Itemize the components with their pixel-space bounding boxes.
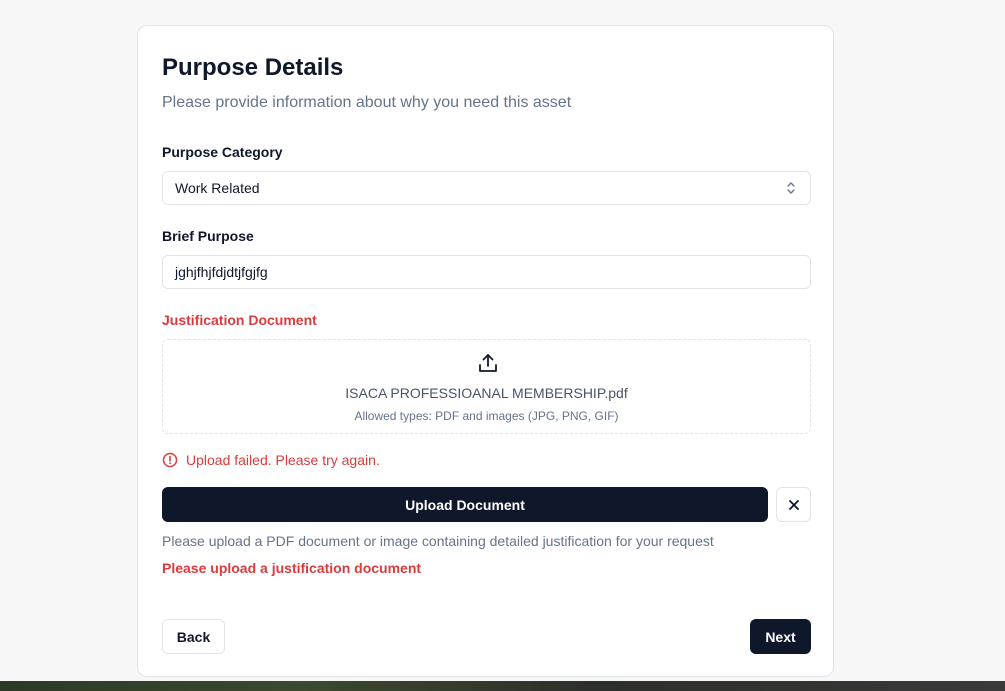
purpose-details-card: Purpose Details Please provide informati… (137, 25, 834, 677)
upload-icon (479, 354, 497, 372)
upload-error-message: Upload failed. Please try again. (162, 452, 380, 468)
chevron-up-down-icon (787, 182, 795, 194)
brief-purpose-label: Brief Purpose (162, 228, 254, 244)
purpose-category-label: Purpose Category (162, 144, 283, 160)
allowed-types-text: Allowed types: PDF and images (JPG, PNG,… (354, 409, 619, 423)
desktop-taskbar-strip (0, 681, 1005, 691)
upload-document-button[interactable]: Upload Document (162, 487, 768, 522)
justification-document-label: Justification Document (162, 312, 317, 328)
page-title: Purpose Details (162, 54, 344, 81)
selected-filename: ISACA PROFESSIOANAL MEMBERSHIP.pdf (345, 385, 628, 401)
purpose-category-select[interactable]: Work Related (162, 171, 811, 205)
required-document-error: Please upload a justification document (162, 560, 422, 576)
page-subtitle: Please provide information about why you… (162, 94, 572, 111)
upload-error-text: Upload failed. Please try again. (186, 452, 380, 468)
brief-purpose-value: jghjfhjfdjdtjfgjfg (175, 264, 268, 280)
clear-file-button[interactable] (776, 487, 811, 522)
brief-purpose-input[interactable]: jghjfhjfdjdtjfgjfg (162, 255, 811, 289)
next-button[interactable]: Next (750, 619, 811, 654)
close-icon (788, 499, 799, 510)
back-button[interactable]: Back (162, 619, 225, 654)
file-dropzone[interactable]: ISACA PROFESSIOANAL MEMBERSHIP.pdf Allow… (162, 339, 811, 434)
upload-help-text: Please upload a PDF document or image co… (162, 533, 714, 549)
purpose-category-value: Work Related (175, 180, 260, 196)
page: Purpose Details Please provide informati… (0, 0, 1005, 691)
alert-circle-icon (162, 452, 178, 468)
